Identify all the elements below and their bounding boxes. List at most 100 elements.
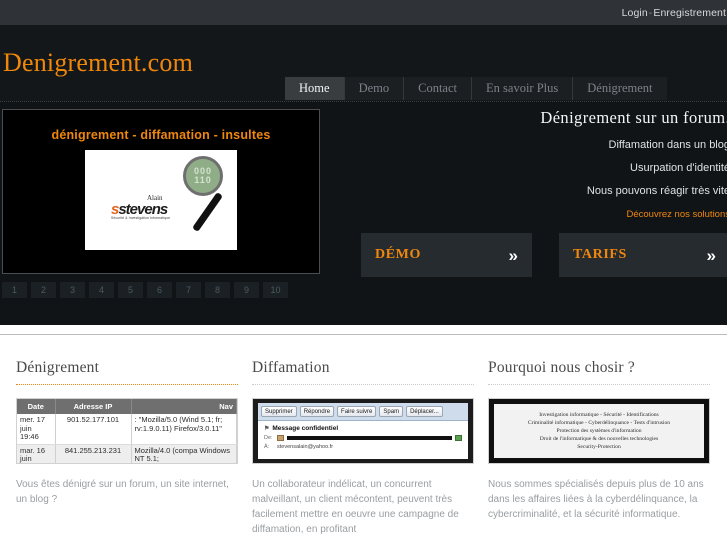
hero-cta-row: DÉMO » TARIFS »	[361, 233, 727, 277]
ip-log-thumbnail[interactable]: Date Adresse IP Nav mer. 17 juin 19:46 9…	[16, 398, 238, 464]
cell-nav: : "Mozilla/5.0 (Wind 5.1; fr; rv:1.9.0.1…	[131, 414, 237, 445]
investigation-services-card: Investigation informatique - Sécurité - …	[494, 404, 704, 458]
investigation-screenshot: Investigation informatique - Sécurité - …	[489, 399, 709, 463]
investigation-line-4: Droit de l'informatique & des nouvelles …	[539, 436, 659, 442]
hero-line-1: Diffamation dans un blog	[608, 139, 727, 151]
email-to-value: stevensalain@yahoo.fr	[277, 444, 334, 450]
pager-item-9[interactable]: 9	[234, 282, 259, 298]
content-columns: Dénigrement Date Adresse IP Nav mer. 17 …	[0, 334, 727, 545]
cell-nav: Mozilla/4.0 (compa Windows NT 5.1;	[131, 444, 237, 463]
site-header: Denigrement.com Home Demo Contact En sav…	[0, 25, 727, 101]
investigation-line-3: Protection des systèmes d'information	[556, 428, 642, 434]
hero-headline: Dénigrement sur un forum.	[540, 108, 727, 127]
hero-copy: Dénigrement sur un forum. Diffamation da…	[307, 108, 727, 220]
main-navigation: Home Demo Contact En savoir Plus Dénigre…	[285, 77, 667, 100]
pager-item-7[interactable]: 7	[176, 282, 201, 298]
pager-item-4[interactable]: 4	[89, 282, 114, 298]
chevron-right-icon: »	[706, 245, 716, 265]
slide-screenshot: 000 110 Alain sstevens Sécurité & Invest…	[85, 150, 237, 250]
column-title-diffamation: Diffamation	[252, 359, 330, 376]
pager-item-6[interactable]: 6	[147, 282, 172, 298]
nav-item-contact[interactable]: Contact	[403, 77, 472, 100]
email-subject-text: Message confidentiel	[272, 425, 339, 432]
hero-line-2: Usurpation d'identité	[630, 162, 727, 174]
pager-item-3[interactable]: 3	[60, 282, 85, 298]
column-rule	[252, 384, 474, 385]
repondre-button[interactable]: Répondre	[299, 406, 335, 417]
tarifs-button-label: TARIFS	[573, 247, 627, 262]
magnifier-digits: 000 110	[186, 159, 220, 193]
supprimer-button[interactable]: Supprimer	[261, 406, 297, 417]
login-link[interactable]: Login	[622, 7, 648, 19]
pager-item-5[interactable]: 5	[118, 282, 143, 298]
email-from-label: De:	[264, 435, 273, 441]
nav-item-demo[interactable]: Demo	[343, 77, 404, 100]
nav-item-denigrement[interactable]: Dénigrement	[572, 77, 667, 100]
register-link[interactable]: Enregistrement	[653, 7, 726, 19]
page-root: Login-Enregistrement Denigrement.com Hom…	[0, 0, 727, 545]
hero-section: dénigrement - diffamation - insultes 000…	[0, 101, 727, 325]
attachment-icon	[455, 435, 462, 441]
demo-button-label: DÉMO	[375, 247, 421, 262]
email-body: ⚑ Message confidentiel De: À: stevensala…	[258, 421, 468, 454]
magnifier-icon: 000 110	[183, 156, 223, 196]
email-client: Supprimer Répondre Faire suivre Spam Dép…	[258, 403, 468, 459]
slide-caption: dénigrement - diffamation - insultes	[51, 128, 271, 142]
account-links: Login-Enregistrement	[622, 7, 727, 19]
email-from-row: De:	[264, 435, 462, 441]
nav-item-home[interactable]: Home	[285, 77, 344, 100]
column-text-pourquoi: Nous sommes spécialisés depuis plus de 1…	[488, 479, 704, 520]
email-to-label: À:	[264, 444, 270, 450]
chevron-right-icon: »	[508, 245, 518, 265]
column-rule-accent	[16, 384, 238, 385]
brand-tagline: Sécurité & Investigation Informatique	[111, 216, 171, 220]
pager-item-1[interactable]: 1	[2, 282, 27, 298]
th-navigateur: Nav	[131, 399, 237, 414]
column-title-denigrement: Dénigrement	[16, 359, 100, 376]
site-logo[interactable]: Denigrement.com	[0, 48, 193, 78]
column-text-denigrement: Vous êtes dénigré sur un forum, un site …	[16, 479, 229, 505]
email-screenshot: Supprimer Répondre Faire suivre Spam Dép…	[253, 399, 473, 463]
table-row: mer. 17 juin 19:46 901.52.177.101 : "Moz…	[17, 414, 237, 445]
spam-button[interactable]: Spam	[379, 406, 404, 417]
investigation-thumbnail[interactable]: Investigation informatique - Sécurité - …	[488, 398, 710, 464]
contact-avatar-icon	[277, 435, 284, 441]
magnifier-digits-bottom: 110	[194, 175, 212, 185]
investigation-line-5: Security-Protection	[577, 444, 621, 450]
email-toolbar: Supprimer Répondre Faire suivre Spam Dép…	[258, 403, 468, 421]
column-pourquoi-nous-choisir: Pourquoi nous chosir ? Investigation inf…	[472, 359, 710, 545]
column-rule	[488, 384, 710, 385]
demo-button[interactable]: DÉMO »	[361, 233, 532, 277]
faire-suivre-button[interactable]: Faire suivre	[337, 406, 377, 417]
cell-date: mar. 16 juin	[17, 444, 56, 463]
column-denigrement: Dénigrement Date Adresse IP Nav mer. 17 …	[0, 359, 238, 545]
pager-item-2[interactable]: 2	[31, 282, 56, 298]
hero-line-3: Nous pouvons réagir très vite	[586, 185, 727, 197]
tarifs-button[interactable]: TARIFS »	[559, 233, 727, 277]
email-subject: ⚑ Message confidentiel	[264, 425, 462, 432]
nav-item-en-savoir-plus[interactable]: En savoir Plus	[471, 77, 573, 100]
hero-slideshow[interactable]: dénigrement - diffamation - insultes 000…	[2, 109, 320, 274]
hero-solutions-link[interactable]: Découvrez nos solutions	[307, 209, 727, 220]
top-utility-bar: Login-Enregistrement	[0, 0, 727, 25]
investigation-line-1: Investigation informatique - Sécurité - …	[539, 412, 659, 418]
cell-ip: 841.255.213.231	[55, 444, 132, 463]
deplacer-button[interactable]: Déplacer...	[406, 406, 443, 417]
table-row: mar. 16 juin 841.255.213.231 Mozilla/4.0…	[17, 444, 237, 463]
column-title-pourquoi: Pourquoi nous chosir ?	[488, 359, 635, 376]
pager-item-8[interactable]: 8	[205, 282, 230, 298]
magnifier-handle-icon	[192, 191, 223, 233]
email-thumbnail[interactable]: Supprimer Répondre Faire suivre Spam Dép…	[252, 398, 474, 464]
th-date: Date	[17, 399, 56, 414]
pager-item-10[interactable]: 10	[263, 282, 288, 298]
table-header-row: Date Adresse IP Nav	[17, 399, 237, 414]
column-diffamation: Diffamation Supprimer Répondre Faire sui…	[236, 359, 474, 545]
th-adresse-ip: Adresse IP	[55, 399, 132, 414]
slideshow-pagination: 1 2 3 4 5 6 7 8 9 10	[2, 282, 288, 298]
investigation-line-2: Criminalité informatique - Cyberdélinqua…	[527, 420, 671, 426]
email-to-row: À: stevensalain@yahoo.fr	[264, 444, 462, 450]
cell-ip: 901.52.177.101	[55, 414, 132, 445]
redacted-sender	[287, 436, 452, 440]
cell-date: mer. 17 juin 19:46	[17, 414, 56, 445]
ip-log-table: Date Adresse IP Nav mer. 17 juin 19:46 9…	[17, 399, 237, 463]
